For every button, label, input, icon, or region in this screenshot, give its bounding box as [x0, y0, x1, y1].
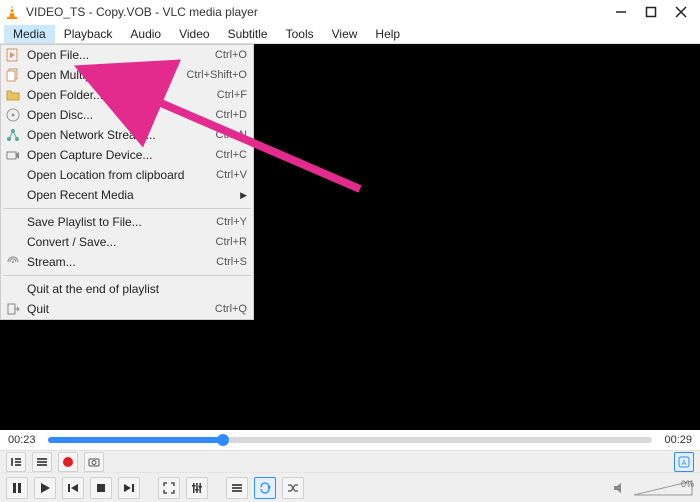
playlist-prev-button[interactable]	[6, 452, 26, 472]
media-dropdown: Open File... Ctrl+O Open Multiple Files.…	[0, 44, 254, 320]
menu-open-recent[interactable]: Open Recent Media ▶	[1, 185, 253, 205]
menu-open-capture[interactable]: Open Capture Device... Ctrl+C	[1, 145, 253, 165]
show-playlist-button[interactable]	[226, 477, 248, 499]
seek-fill	[48, 437, 223, 443]
disc-icon	[5, 107, 21, 123]
close-button[interactable]	[674, 5, 688, 19]
file-play-icon	[5, 47, 21, 63]
previous-button[interactable]	[62, 477, 84, 499]
stop-button[interactable]	[90, 477, 112, 499]
menu-open-network[interactable]: Open Network Stream... Ctrl+N	[1, 125, 253, 145]
menu-tools[interactable]: Tools	[277, 25, 323, 43]
time-elapsed: 00:23	[8, 434, 38, 446]
menu-open-disc[interactable]: Open Disc... Ctrl+D	[1, 105, 253, 125]
seek-slider[interactable]	[48, 437, 652, 443]
minimize-button[interactable]	[614, 5, 628, 19]
menu-convert-save[interactable]: Convert / Save... Ctrl+R	[1, 232, 253, 252]
shuffle-button[interactable]	[282, 477, 304, 499]
folder-icon	[5, 87, 21, 103]
menu-quit[interactable]: Quit Ctrl+Q	[1, 299, 253, 319]
seek-bar-row: 00:23 00:29	[0, 430, 700, 450]
menu-open-clipboard[interactable]: Open Location from clipboard Ctrl+V	[1, 165, 253, 185]
video-canvas: Open File... Ctrl+O Open Multiple Files.…	[0, 44, 700, 430]
menu-audio[interactable]: Audio	[121, 25, 170, 43]
volume-slider[interactable]: 0%	[634, 479, 694, 497]
menu-video[interactable]: Video	[170, 25, 218, 43]
toolbar-lower: 0%	[0, 472, 700, 502]
menu-open-multiple[interactable]: Open Multiple Files... Ctrl+Shift+O	[1, 65, 253, 85]
menu-quit-end[interactable]: Quit at the end of playlist	[1, 279, 253, 299]
menu-help[interactable]: Help	[366, 25, 409, 43]
volume-percent: 0%	[681, 479, 694, 489]
svg-text:A: A	[682, 460, 687, 467]
submenu-arrow-icon: ▶	[240, 190, 247, 201]
quit-icon	[5, 301, 21, 317]
files-icon	[5, 67, 21, 83]
toolbar-upper: A	[0, 450, 700, 472]
capture-icon	[5, 147, 21, 163]
menu-media[interactable]: Media	[4, 25, 55, 43]
window-title: VIDEO_TS - Copy.VOB - VLC media player	[26, 5, 614, 19]
loop-button[interactable]	[254, 477, 276, 499]
menu-open-folder[interactable]: Open Folder... Ctrl+F	[1, 85, 253, 105]
mute-icon[interactable]	[612, 480, 628, 496]
menu-separator	[3, 275, 251, 276]
window-controls	[614, 5, 688, 19]
record-icon	[63, 457, 73, 467]
network-icon	[5, 127, 21, 143]
menu-bar: Media Playback Audio Video Subtitle Tool…	[0, 24, 700, 44]
menu-stream[interactable]: Stream... Ctrl+S	[1, 252, 253, 272]
seek-thumb[interactable]	[217, 434, 229, 446]
record-button[interactable]	[58, 452, 78, 472]
fullscreen-button[interactable]	[158, 477, 180, 499]
next-button[interactable]	[118, 477, 140, 499]
maximize-button[interactable]	[644, 5, 658, 19]
menu-save-playlist[interactable]: Save Playlist to File... Ctrl+Y	[1, 212, 253, 232]
stream-icon	[5, 254, 21, 270]
vlc-cone-icon	[4, 4, 20, 20]
title-bar: VIDEO_TS - Copy.VOB - VLC media player	[0, 0, 700, 24]
menu-view[interactable]: View	[323, 25, 367, 43]
playlist-button[interactable]	[32, 452, 52, 472]
loop-section-button[interactable]: A	[674, 452, 694, 472]
menu-separator	[3, 208, 251, 209]
time-total: 00:29	[662, 434, 692, 446]
snapshot-button[interactable]	[84, 452, 104, 472]
menu-playback[interactable]: Playback	[55, 25, 122, 43]
pause-button[interactable]	[6, 477, 28, 499]
menu-open-file[interactable]: Open File... Ctrl+O	[1, 45, 253, 65]
menu-subtitle[interactable]: Subtitle	[219, 25, 277, 43]
play-button[interactable]	[34, 477, 56, 499]
extended-settings-button[interactable]	[186, 477, 208, 499]
